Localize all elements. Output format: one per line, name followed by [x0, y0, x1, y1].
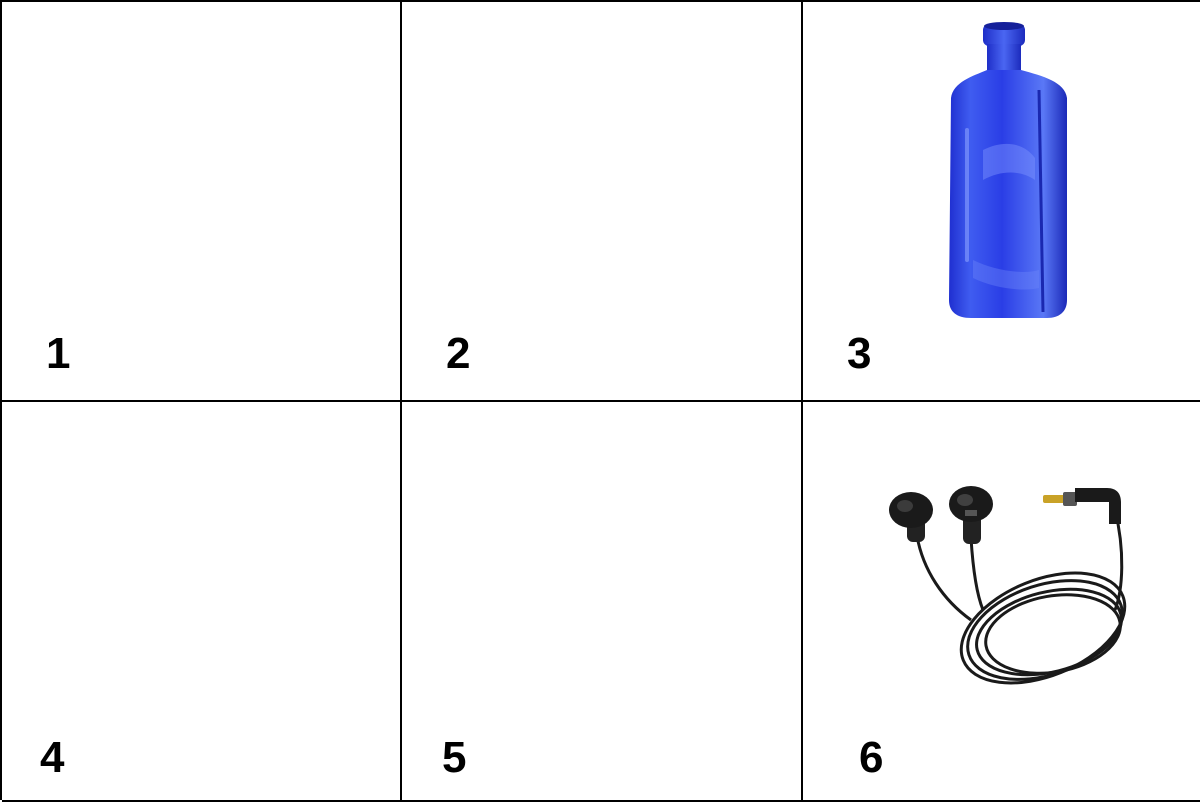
grid-cell-2[interactable]: 2 — [402, 2, 803, 402]
earphones-icon — [889, 486, 1127, 685]
image-grid: 1 2 3 4 5 6 — [0, 0, 1200, 802]
cell-number-label: 2 — [446, 329, 471, 378]
cell-number-label: 4 — [40, 733, 65, 782]
blue-glass-bottle-icon — [949, 22, 1067, 318]
grid-cell-6[interactable]: 6 — [803, 402, 1200, 802]
cell-number-label: 1 — [46, 329, 71, 378]
grid-cell-5[interactable]: 5 — [402, 402, 803, 802]
grid-cell-4[interactable]: 4 — [2, 402, 402, 802]
cell-number-label: 5 — [442, 733, 467, 782]
grid-cell-1[interactable]: 1 — [2, 2, 402, 402]
cell-number-label: 6 — [859, 733, 884, 782]
cell-number-label: 3 — [847, 329, 872, 378]
grid-cell-3[interactable]: 3 — [803, 2, 1200, 402]
